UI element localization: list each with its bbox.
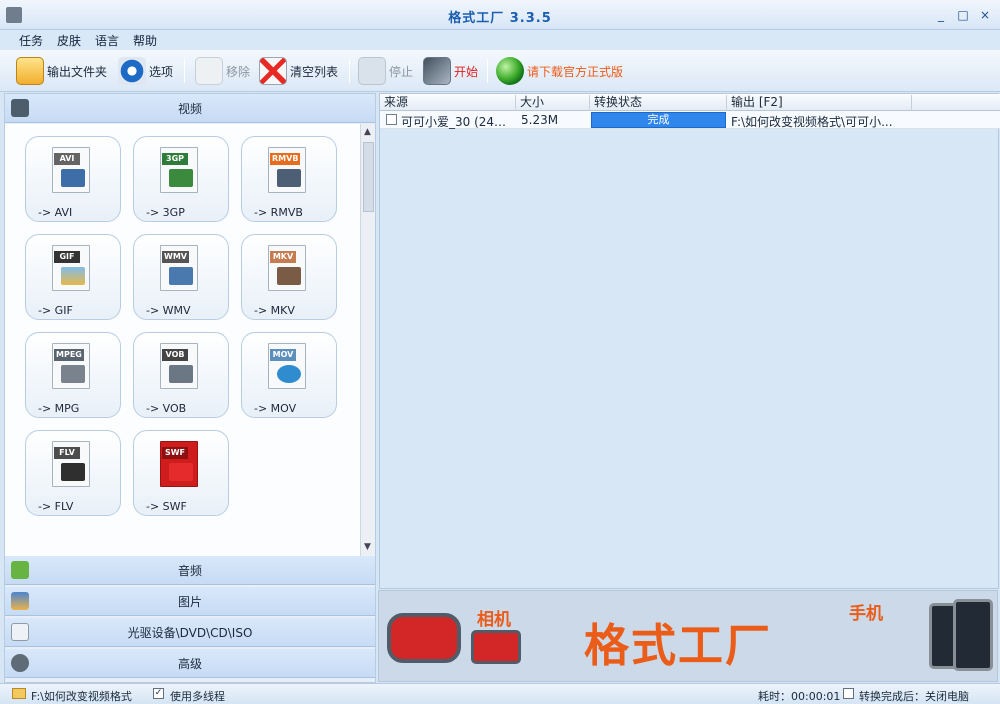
music-note-icon	[11, 561, 29, 579]
remove-icon	[195, 57, 223, 85]
menu-language[interactable]: 语言	[95, 32, 119, 49]
globe-icon	[496, 57, 524, 85]
format-rmvb-button[interactable]: RMVB -> RMVB	[241, 136, 337, 222]
format-category-panel: 视频 AVI -> AVI 3GP -> 3GP RMVB -> RMVB GI…	[4, 93, 376, 683]
title-bar: 格式工厂 3.3.5 _ □ ×	[0, 0, 1000, 30]
video-camera-icon	[169, 267, 193, 285]
remove-button[interactable]: 移除	[195, 57, 250, 85]
menu-help[interactable]: 帮助	[133, 32, 157, 49]
conversion-progress-bar: 完成	[591, 112, 726, 128]
format-flv-button[interactable]: FLV -> FLV	[25, 430, 121, 516]
output-folder-button[interactable]: 输出文件夹	[16, 57, 107, 85]
mobile-video-icon	[169, 169, 193, 187]
video-format-grid: AVI -> AVI 3GP -> 3GP RMVB -> RMVB GIF -…	[5, 124, 360, 556]
category-advanced[interactable]: 高级	[5, 649, 375, 678]
options-button[interactable]: 选项	[118, 57, 173, 85]
clear-list-button[interactable]: 清空列表	[259, 57, 338, 85]
category-audio[interactable]: 音频	[5, 556, 375, 585]
quicktime-icon	[277, 365, 301, 383]
format-mkv-button[interactable]: MKV -> MKV	[241, 234, 337, 320]
film-reel-icon	[61, 365, 85, 383]
format-gif-button[interactable]: GIF -> GIF	[25, 234, 121, 320]
stop-icon	[358, 57, 386, 85]
scroll-down-arrow-icon[interactable]: ▼	[364, 542, 371, 552]
category-disc-device[interactable]: 光驱设备\DVD\CD\ISO	[5, 618, 375, 647]
optical-drive-icon	[11, 623, 29, 641]
format-3gp-button[interactable]: 3GP -> 3GP	[133, 136, 229, 222]
multithread-checkbox[interactable]: ✓	[153, 688, 164, 699]
category-image[interactable]: 图片	[5, 587, 375, 616]
scroll-thumb[interactable]	[363, 142, 374, 212]
menu-bar: 任务 皮肤 语言 帮助	[0, 30, 1000, 50]
picture-icon	[11, 592, 29, 610]
format-vob-button[interactable]: VOB -> VOB	[133, 332, 229, 418]
format-scrollbar[interactable]: ▲ ▼	[360, 124, 375, 556]
promo-banner: 相机 格式工厂 手机	[378, 590, 998, 682]
gear-icon	[118, 57, 146, 85]
real-media-icon	[277, 169, 301, 187]
format-wmv-button[interactable]: WMV -> WMV	[133, 234, 229, 320]
format-avi-button[interactable]: AVI -> AVI	[25, 136, 121, 222]
close-button[interactable]: ×	[978, 8, 992, 22]
camera-icon	[471, 630, 521, 664]
task-list-panel: 来源 大小 转换状态 输出 [F2] 可可小爱_30 (240... 5.23M…	[379, 93, 1000, 589]
maximize-button[interactable]: □	[956, 8, 970, 22]
phone-icon	[953, 599, 993, 671]
column-size[interactable]: 大小	[516, 95, 590, 111]
main-toolbar: 输出文件夹 选项 移除 清空列表 停止 开始 请下载官方正式版	[0, 50, 1000, 92]
film-icon	[11, 99, 29, 117]
column-status[interactable]: 转换状态	[590, 95, 727, 111]
clear-list-icon	[259, 57, 287, 85]
clapperboard-icon	[61, 463, 85, 481]
column-output[interactable]: 输出 [F2]	[727, 95, 912, 111]
download-official-link[interactable]: 请下载官方正式版	[496, 57, 623, 85]
image-icon	[61, 267, 85, 285]
minimize-button[interactable]: _	[934, 8, 948, 22]
format-mov-button[interactable]: MOV -> MOV	[241, 332, 337, 418]
toolbar-separator	[349, 59, 350, 83]
menu-skin[interactable]: 皮肤	[57, 32, 81, 49]
status-bar: F:\如何改变视频格式 ✓ 使用多线程 耗时：00:00:01 转换完成后：关闭…	[0, 683, 1000, 703]
task-row[interactable]: 可可小爱_30 (240... 5.23M 完成 F:\如何改变视频格式\可可小…	[380, 111, 1000, 129]
folder-icon	[12, 688, 26, 699]
disc-icon	[169, 365, 193, 383]
column-source[interactable]: 来源	[380, 95, 516, 111]
folder-icon	[16, 57, 44, 85]
task-table-header: 来源 大小 转换状态 输出 [F2]	[380, 94, 1000, 111]
format-mpg-button[interactable]: MPEG -> MPG	[25, 332, 121, 418]
file-icon	[386, 114, 397, 125]
filmstrip-icon	[277, 267, 301, 285]
start-icon	[423, 57, 451, 85]
flash-icon	[169, 463, 193, 481]
shutdown-after-complete-checkbox[interactable]	[843, 688, 854, 699]
scroll-up-arrow-icon[interactable]: ▲	[364, 127, 371, 137]
stop-button[interactable]: 停止	[358, 57, 413, 85]
category-video[interactable]: 视频	[5, 94, 375, 123]
filmstrip-icon	[61, 169, 85, 187]
tools-icon	[11, 654, 29, 672]
window-title: 格式工厂 3.3.5	[448, 11, 552, 26]
format-swf-button[interactable]: SWF -> SWF	[133, 430, 229, 516]
start-button[interactable]: 开始	[423, 57, 478, 85]
toolbar-separator	[487, 59, 488, 83]
toolbar-separator	[184, 59, 185, 83]
camcorder-icon	[387, 613, 461, 663]
menu-task[interactable]: 任务	[19, 32, 43, 49]
